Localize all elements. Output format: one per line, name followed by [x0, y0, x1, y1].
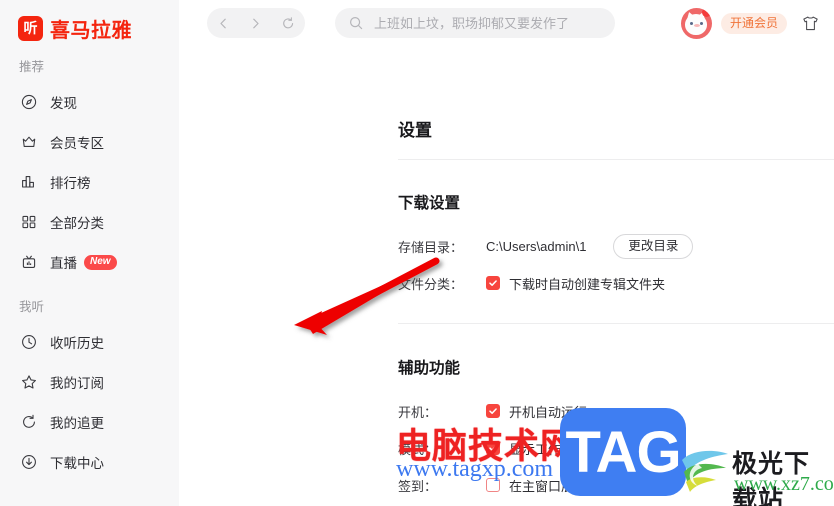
- compass-icon: [20, 94, 37, 111]
- checkbox-run-on-boot[interactable]: [486, 404, 500, 418]
- sidebar-item-label: 直播: [50, 256, 77, 271]
- checkbox-auto-create-album-folder[interactable]: [486, 276, 500, 290]
- sidebar-group-title-mylisten: 我听: [19, 300, 45, 314]
- brand-logo[interactable]: 听 喜马拉雅: [0, 0, 179, 46]
- download-icon: [20, 454, 37, 471]
- sidebar-item-history[interactable]: 收听历史: [0, 322, 179, 362]
- row-label: 存储目录：: [398, 239, 464, 255]
- avatar-nose: [693, 23, 700, 27]
- forward-button[interactable]: [243, 10, 269, 36]
- checkbox-show-signin-reminder[interactable]: [486, 478, 500, 492]
- row-label: 模式：: [398, 441, 438, 457]
- brand-mark-icon: 听: [18, 15, 43, 41]
- navigation-controls: [207, 8, 305, 38]
- open-vip-button[interactable]: 开通会员: [720, 12, 787, 34]
- row-boot: 开机： 开机自动运行: [398, 400, 587, 422]
- top-bar: 开通会员: [179, 0, 834, 46]
- storage-directory-value: C:\Users\admin\1: [486, 238, 587, 254]
- checkbox-show-work-mode[interactable]: [486, 441, 500, 455]
- divider: [398, 323, 834, 324]
- row-storage-directory: 存储目录： C:\Users\admin\1 更改目录: [398, 233, 694, 259]
- sidebar-item-label: 收听历史: [50, 336, 104, 351]
- avatar-eye-right: [699, 21, 703, 25]
- row-mode: 模式： 显示工作模式: [398, 437, 587, 459]
- row-label: 文件分类：: [398, 276, 464, 292]
- brand-name: 喜马拉雅: [50, 19, 132, 42]
- section-title-download: 下载设置: [398, 195, 461, 212]
- sidebar: 听 喜马拉雅 推荐 发现 会员专区 排行榜 全部分类 直播 New 我听 收听历…: [0, 0, 179, 506]
- sidebar-item-live[interactable]: 直播 New: [0, 242, 179, 282]
- sidebar-item-label: 会员专区: [50, 136, 104, 151]
- sidebar-item-all-categories[interactable]: 全部分类: [0, 202, 179, 242]
- sidebar-group-title-recommend: 推荐: [19, 60, 45, 74]
- t-shirt-icon[interactable]: [801, 14, 820, 33]
- page-title: 设置: [398, 121, 432, 140]
- sidebar-item-discover[interactable]: 发现: [0, 82, 179, 122]
- checkbox-label[interactable]: 在主窗口展示签到提醒: [509, 476, 639, 495]
- top-right-controls: 开通会员: [680, 0, 820, 46]
- new-badge: New: [84, 254, 117, 270]
- change-directory-button[interactable]: 更改目录: [613, 233, 694, 259]
- rank-chart-icon: [20, 174, 37, 191]
- row-label: 开机：: [398, 404, 438, 420]
- sidebar-item-label: 全部分类: [50, 216, 104, 231]
- checkbox-label[interactable]: 开机自动运行: [509, 402, 587, 421]
- sidebar-item-label: 排行榜: [50, 176, 91, 191]
- refresh-icon: [20, 414, 37, 431]
- clock-icon: [20, 334, 37, 351]
- sidebar-item-download-center[interactable]: 下载中心: [0, 442, 179, 482]
- search-icon: [349, 16, 363, 30]
- search-bar[interactable]: [335, 8, 615, 38]
- grid-icon: [20, 214, 37, 231]
- sidebar-item-label: 下载中心: [50, 456, 104, 471]
- search-input[interactable]: [372, 14, 597, 32]
- star-icon: [20, 374, 37, 391]
- app-window: 听 喜马拉雅 推荐 发现 会员专区 排行榜 全部分类 直播 New 我听 收听历…: [0, 0, 834, 506]
- sidebar-item-subscriptions[interactable]: 我的订阅: [0, 362, 179, 402]
- sidebar-item-updates[interactable]: 我的追更: [0, 402, 179, 442]
- avatar[interactable]: [680, 7, 712, 39]
- row-label: 签到：: [398, 478, 438, 494]
- sidebar-item-label: 发现: [50, 96, 77, 111]
- checkbox-label[interactable]: 下载时自动创建专辑文件夹: [509, 274, 665, 293]
- reload-button[interactable]: [276, 10, 302, 36]
- sidebar-item-label: 我的追更: [50, 416, 104, 431]
- sidebar-item-vip-zone[interactable]: 会员专区: [0, 122, 179, 162]
- main-area: 开通会员 设置 下载设置 存储目录： C:\Users\admin\1 更改目录: [179, 0, 834, 506]
- crown-icon: [20, 134, 37, 151]
- avatar-eye-left: [689, 21, 693, 25]
- divider: [398, 159, 834, 160]
- sidebar-item-label: 我的订阅: [50, 376, 104, 391]
- avatar-hair-bun: [701, 7, 711, 17]
- section-title-assist: 辅助功能: [398, 360, 461, 377]
- back-button[interactable]: [210, 10, 236, 36]
- sidebar-item-ranking[interactable]: 排行榜: [0, 162, 179, 202]
- tv-icon: [20, 254, 37, 271]
- row-signin: 签到： 在主窗口展示签到提醒: [398, 474, 639, 496]
- checkbox-label[interactable]: 显示工作模式: [509, 439, 587, 458]
- row-file-classification: 文件分类： 下载时自动创建专辑文件夹: [398, 272, 665, 294]
